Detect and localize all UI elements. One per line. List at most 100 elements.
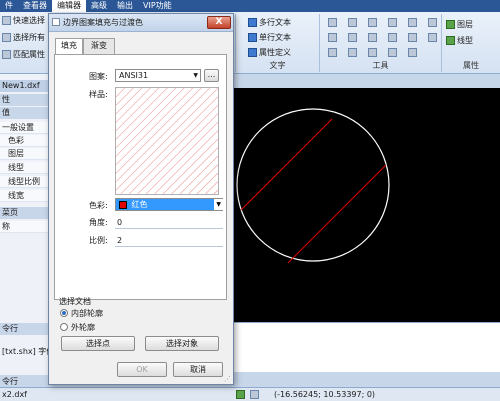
general-settings-row[interactable]: 一般设置 bbox=[0, 122, 49, 134]
layers-button[interactable]: 图层 bbox=[446, 19, 473, 30]
cancel-button[interactable]: 取消 bbox=[173, 362, 223, 377]
tool-icon-2[interactable] bbox=[348, 18, 357, 27]
file-tab[interactable]: New1.dxf bbox=[0, 80, 49, 92]
props-header-value: 值 bbox=[0, 107, 49, 119]
coordinate-readout: (-16.56245; 10.53397; 0) bbox=[274, 390, 376, 399]
hatch-line-1 bbox=[240, 118, 333, 211]
tool-icon-1[interactable] bbox=[328, 18, 337, 27]
name-row[interactable]: 称 bbox=[0, 221, 49, 233]
command-line-header: 令行 bbox=[0, 323, 50, 335]
tool-icon-5[interactable] bbox=[408, 18, 417, 27]
tool-icon-6[interactable] bbox=[428, 18, 437, 27]
mtext-icon bbox=[248, 18, 257, 27]
inner-outline-label: 内部轮廓 bbox=[71, 309, 103, 318]
watermark-title: 溜溜自学 bbox=[396, 334, 477, 356]
sample-label: 样品: bbox=[89, 90, 108, 99]
prop-ltscale-row[interactable]: 线型比例 bbox=[0, 176, 49, 188]
ribbon-group-tools: 工具 bbox=[320, 14, 442, 72]
tab-gradient[interactable]: 渐变 bbox=[83, 38, 115, 54]
prop-lineweight-row[interactable]: 线宽 bbox=[0, 190, 49, 202]
outer-outline-radio[interactable] bbox=[60, 323, 68, 331]
fill-tab-panel: 图案: ANSI31 ▼ ... 样品: 色彩: 红色 ▼ 角度: 0 比例: … bbox=[54, 54, 227, 300]
quick-select-icon bbox=[2, 16, 11, 25]
pattern-select[interactable]: ANSI31 ▼ bbox=[115, 69, 201, 82]
tool-icon-12[interactable] bbox=[428, 33, 437, 42]
props-group-title: 属性 bbox=[463, 61, 479, 70]
text-icon bbox=[248, 33, 257, 42]
prop-linetype-row[interactable]: 线型 bbox=[0, 162, 49, 174]
play-logo-icon bbox=[352, 330, 392, 370]
dialog-title: 边界图案填充与过渡色 bbox=[63, 18, 143, 27]
quick-select-label: 快速选择 bbox=[13, 16, 45, 25]
color-label: 色彩: bbox=[89, 201, 108, 210]
attdef-label: 属性定义 bbox=[259, 48, 291, 57]
menu-output[interactable]: 输出 bbox=[112, 0, 138, 12]
hatch-line-2 bbox=[287, 164, 387, 264]
menu-viewer[interactable]: 查看器 bbox=[18, 0, 52, 12]
snap-icon[interactable] bbox=[236, 390, 245, 399]
menu-editor[interactable]: 编辑器 bbox=[52, 0, 86, 12]
layers-icon bbox=[446, 20, 455, 29]
menu-advanced[interactable]: 高级 bbox=[86, 0, 112, 12]
command-tab[interactable]: 令行 bbox=[2, 376, 18, 387]
mtext-button[interactable]: 多行文本 bbox=[248, 17, 291, 28]
grid-icon[interactable] bbox=[250, 390, 259, 399]
menu-file[interactable]: 件 bbox=[0, 0, 18, 12]
tool-icon-4[interactable] bbox=[388, 18, 397, 27]
tool-icon-16[interactable] bbox=[388, 48, 397, 57]
tool-icon-17[interactable] bbox=[408, 48, 417, 57]
drawing-svg bbox=[236, 108, 390, 264]
match-props-button[interactable]: 匹配属性 bbox=[2, 49, 45, 60]
text-button[interactable]: 单行文本 bbox=[248, 32, 291, 43]
ok-button[interactable]: OK bbox=[117, 362, 167, 377]
tool-icon-7[interactable] bbox=[328, 33, 337, 42]
layers-label: 图层 bbox=[457, 20, 473, 29]
select-all-button[interactable]: 选择所有 bbox=[2, 32, 45, 43]
tool-icon-14[interactable] bbox=[348, 48, 357, 57]
tool-icon-9[interactable] bbox=[368, 33, 377, 42]
color-select[interactable]: 红色 ▼ bbox=[115, 198, 223, 211]
pattern-sample[interactable] bbox=[115, 87, 219, 195]
red-swatch-icon bbox=[119, 200, 127, 209]
tab-fill[interactable]: 填充 bbox=[55, 38, 83, 55]
prop-color-row[interactable]: 色彩 bbox=[0, 135, 49, 147]
ribbon-group-text: 多行文本 单行文本 属性定义 文字 bbox=[236, 14, 320, 72]
resize-grip-icon[interactable]: ⋰ bbox=[224, 375, 231, 383]
angle-input[interactable]: 0 bbox=[115, 217, 223, 229]
tool-icon-15[interactable] bbox=[368, 48, 377, 57]
menu-bar: 件 查看器 编辑器 高级 输出 VIP功能 bbox=[0, 0, 500, 12]
chevron-down-icon: ▼ bbox=[193, 72, 198, 79]
close-button[interactable]: X bbox=[207, 16, 231, 29]
tool-icon-10[interactable] bbox=[388, 33, 397, 42]
dialog-titlebar[interactable]: 边界图案填充与过渡色 X bbox=[49, 14, 233, 32]
color-value: 红色 bbox=[131, 200, 148, 209]
attdef-button[interactable]: 属性定义 bbox=[248, 47, 291, 58]
select-doc-label: 选择文档 bbox=[59, 297, 91, 306]
pattern-label: 图案: bbox=[89, 72, 108, 81]
mtext-label: 多行文本 bbox=[259, 18, 291, 27]
browse-pattern-button[interactable]: ... bbox=[204, 69, 219, 82]
watermark-subtitle: ZIXUE.3D66.COM bbox=[398, 357, 473, 365]
linetype-label: 线型 bbox=[457, 36, 473, 45]
drawing-canvas[interactable] bbox=[232, 88, 500, 322]
tool-icon-13[interactable] bbox=[328, 48, 337, 57]
scale-label: 比例: bbox=[89, 236, 108, 245]
select-point-button[interactable]: 选择点 bbox=[61, 336, 135, 351]
outer-outline-label: 外轮廓 bbox=[71, 323, 95, 332]
tool-icon-8[interactable] bbox=[348, 33, 357, 42]
linetype-icon bbox=[446, 36, 455, 45]
tool-icon-3[interactable] bbox=[368, 18, 377, 27]
select-object-button[interactable]: 选择对象 bbox=[145, 336, 219, 351]
scale-input[interactable]: 2 bbox=[115, 235, 223, 247]
tool-icon-11[interactable] bbox=[408, 33, 417, 42]
inner-outline-radio[interactable] bbox=[60, 309, 68, 317]
ribbon-group-props: 图层 线型 属性 bbox=[442, 14, 500, 72]
linetype-button[interactable]: 线型 bbox=[446, 35, 473, 46]
prop-layer-row[interactable]: 图层 bbox=[0, 148, 49, 160]
text-group-title: 文字 bbox=[269, 61, 286, 70]
menu-vip[interactable]: VIP功能 bbox=[138, 0, 177, 12]
command-output-text: [txt.shx] 字体 bbox=[2, 347, 55, 356]
tools-group-title: 工具 bbox=[372, 61, 389, 70]
quick-select-button[interactable]: 快速选择 bbox=[2, 15, 45, 26]
match-props-label: 匹配属性 bbox=[13, 50, 45, 59]
